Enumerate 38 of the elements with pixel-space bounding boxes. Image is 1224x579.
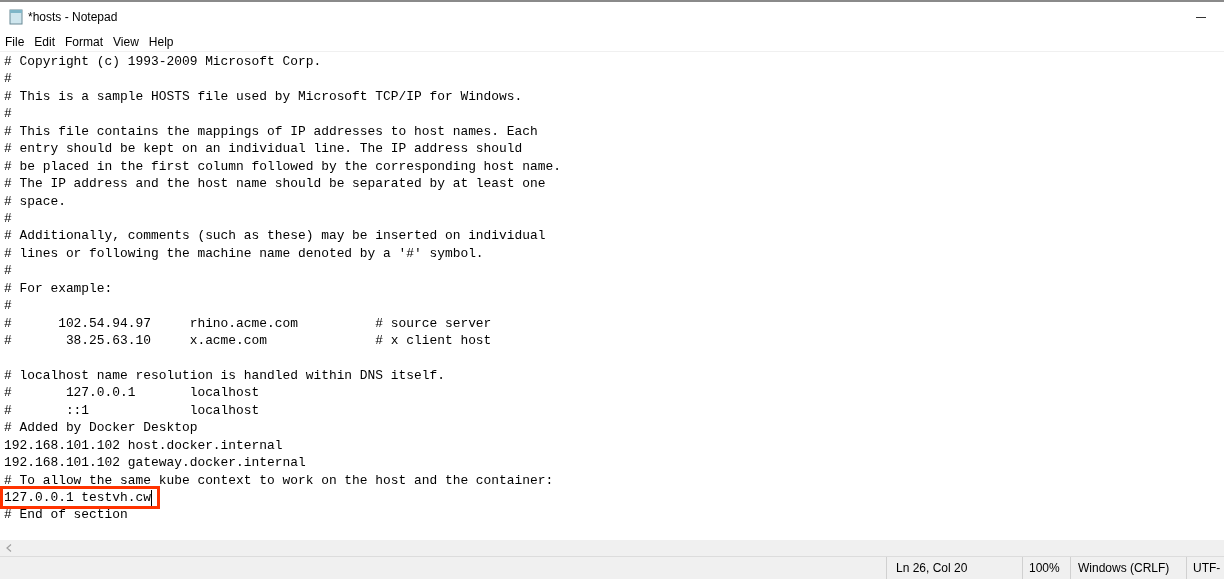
status-item: 100%: [1022, 557, 1070, 579]
window-title: *hosts - Notepad: [28, 10, 118, 24]
code-line: # 102.54.94.97 rhino.acme.com # source server: [4, 315, 492, 331]
status-item: Ln 26, Col 20: [886, 557, 1022, 579]
menu-item[interactable]: File: [0, 34, 30, 49]
code-line: #: [4, 263, 12, 279]
menu-item[interactable]: Format: [60, 34, 109, 49]
code-line: # 127.0.0.1 localhost: [4, 385, 260, 401]
code-line: #: [4, 106, 12, 122]
code-line: #: [4, 210, 12, 226]
code-line: 192.168.101.102 gateway.docker.internal: [4, 455, 306, 471]
code-line: # lines or following the machine name denoted by a '#' symbol.: [4, 245, 484, 261]
code-line: # be placed in the first column followed by the corresponding host name.: [4, 158, 561, 174]
code-line: # Additionally, comments (such as these) may be inserted on individual: [4, 228, 546, 244]
menu-item[interactable]: Help: [143, 34, 179, 49]
code-line: # This is a sample HOSTS file used by Microsoft TCP/IP for Windows.: [4, 88, 523, 104]
scroll-left-icon[interactable]: [6, 544, 12, 552]
code-line: # For example:: [4, 280, 113, 296]
code-line: # space.: [4, 193, 66, 209]
menu-item[interactable]: Edit: [29, 34, 61, 49]
code-line: # localhost name resolution is handled within DNS itself.: [4, 367, 445, 383]
code-line: #: [4, 71, 12, 87]
menu-item[interactable]: View: [108, 34, 144, 49]
code-line: # The IP address and the host name should be separated by at least one: [4, 176, 546, 192]
code-line: # This file contains the mappings of IP addresses to host names. Each: [4, 123, 538, 139]
code-line: # Copyright (c) 1993-2009 Microsoft Corp.: [4, 54, 322, 69]
code-line: # End of section: [4, 507, 128, 523]
code-line: #: [4, 298, 12, 314]
code-line: # Added by Docker Desktop: [4, 420, 198, 436]
code-line: # ::1 localhost: [4, 402, 260, 418]
code-line: # 38.25.63.10 x.acme.com # x client host: [4, 333, 492, 348]
notepad-icon: [8, 9, 24, 25]
code-line: # To allow the same kube context to work on the host and the container:: [4, 472, 554, 488]
horizontal-scrollbar[interactable]: [0, 540, 1224, 556]
code-line: # entry should be kept on an individual line. The IP address should: [4, 141, 523, 157]
code-line: 192.168.101.102 host.docker.internal: [4, 437, 283, 453]
status-item: UTF-: [1186, 557, 1224, 579]
status-item: Windows (CRLF): [1070, 557, 1186, 579]
